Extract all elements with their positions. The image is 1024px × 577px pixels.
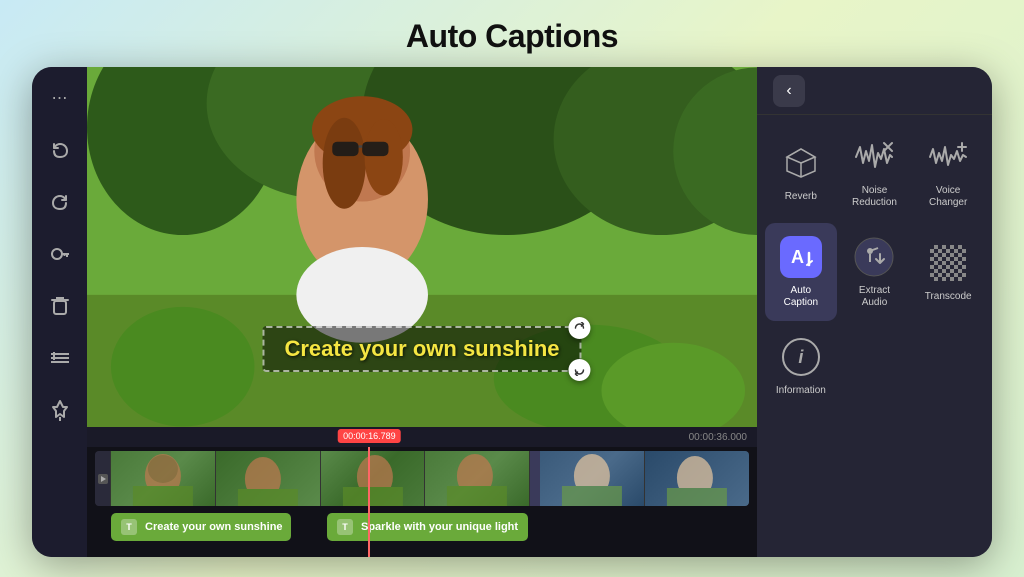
auto-caption-label: AutoCaption — [784, 285, 818, 309]
page-title: Auto Captions — [406, 18, 618, 55]
toolbar-redo-icon[interactable] — [45, 187, 75, 217]
transcode-icon — [926, 241, 970, 285]
timeline-time-bar: 00:00:36.000 — [87, 427, 757, 447]
panel-grid: Reverb NoiseReduction — [757, 115, 992, 557]
panel-item-auto-caption[interactable]: A AutoCaption — [765, 223, 837, 321]
video-track — [95, 451, 749, 506]
toolbar-undo-icon[interactable] — [45, 135, 75, 165]
timeline: 00:00:36.000 — [87, 427, 757, 557]
video-frame: Create your own sunshine — [87, 67, 757, 427]
end-time-label: 00:00:36.000 — [689, 432, 747, 443]
rotate-handle-top[interactable] — [569, 317, 591, 339]
noise-reduction-label: NoiseReduction — [852, 185, 897, 209]
toolbar-delete-icon[interactable] — [45, 291, 75, 321]
playhead[interactable]: 00:00:16.789 — [368, 447, 370, 557]
reverb-icon — [779, 141, 823, 185]
auto-caption-icon: A — [779, 235, 823, 279]
voice-changer-label: VoiceChanger — [929, 185, 967, 209]
caption-text: Create your own sunshine — [284, 336, 559, 361]
left-toolbar: ⋯ — [32, 67, 87, 557]
extract-audio-label: ExtractAudio — [859, 285, 890, 309]
rotate-handle-bottom[interactable] — [569, 359, 591, 381]
panel-item-voice-changer[interactable]: VoiceChanger — [912, 123, 984, 221]
video-preview: Create your own sunshine — [87, 67, 757, 427]
information-label: Information — [776, 385, 826, 397]
toolbar-layers-icon[interactable] — [45, 343, 75, 373]
right-panel: ‹ Reverb — [757, 67, 992, 557]
information-icon: i — [779, 335, 823, 379]
toolbar-pin-icon[interactable] — [45, 395, 75, 425]
toolbar-more-icon[interactable]: ⋯ — [45, 83, 75, 113]
panel-item-information[interactable]: i Information — [765, 323, 837, 409]
extract-audio-icon — [852, 235, 896, 279]
caption-chip-icon-2: T — [337, 519, 353, 535]
main-content: Create your own sunshine 00:00:36.000 — [87, 67, 757, 557]
caption-chip-2[interactable]: T Sparkle with your unique light — [327, 513, 528, 541]
caption-chip-icon-1: T — [121, 519, 137, 535]
panel-header: ‹ — [757, 67, 992, 115]
panel-item-transcode[interactable]: Transcode — [912, 223, 984, 321]
playhead-time: 00:00:16.789 — [338, 429, 401, 443]
reverb-label: Reverb — [785, 191, 817, 203]
caption-track: T Create your own sunshine T Sparkle wit… — [95, 510, 749, 544]
back-button[interactable]: ‹ — [773, 75, 805, 107]
info-circle-box: i — [782, 338, 820, 376]
toolbar-key-icon[interactable] — [45, 239, 75, 269]
panel-item-reverb[interactable]: Reverb — [765, 123, 837, 221]
panel-item-extract-audio[interactable]: ExtractAudio — [839, 223, 911, 321]
timeline-tracks: T Create your own sunshine T Sparkle wit… — [87, 447, 757, 557]
auto-caption-icon-box: A — [780, 236, 822, 278]
noise-reduction-icon — [852, 135, 896, 179]
checkered-box — [930, 245, 966, 281]
transcode-label: Transcode — [925, 291, 972, 303]
caption-overlay[interactable]: Create your own sunshine — [262, 326, 581, 372]
svg-text:A: A — [791, 247, 804, 267]
caption-chip-1[interactable]: T Create your own sunshine — [111, 513, 291, 541]
voice-changer-icon — [926, 135, 970, 179]
device-frame: ⋯ — [32, 67, 992, 557]
panel-item-noise-reduction[interactable]: NoiseReduction — [839, 123, 911, 221]
